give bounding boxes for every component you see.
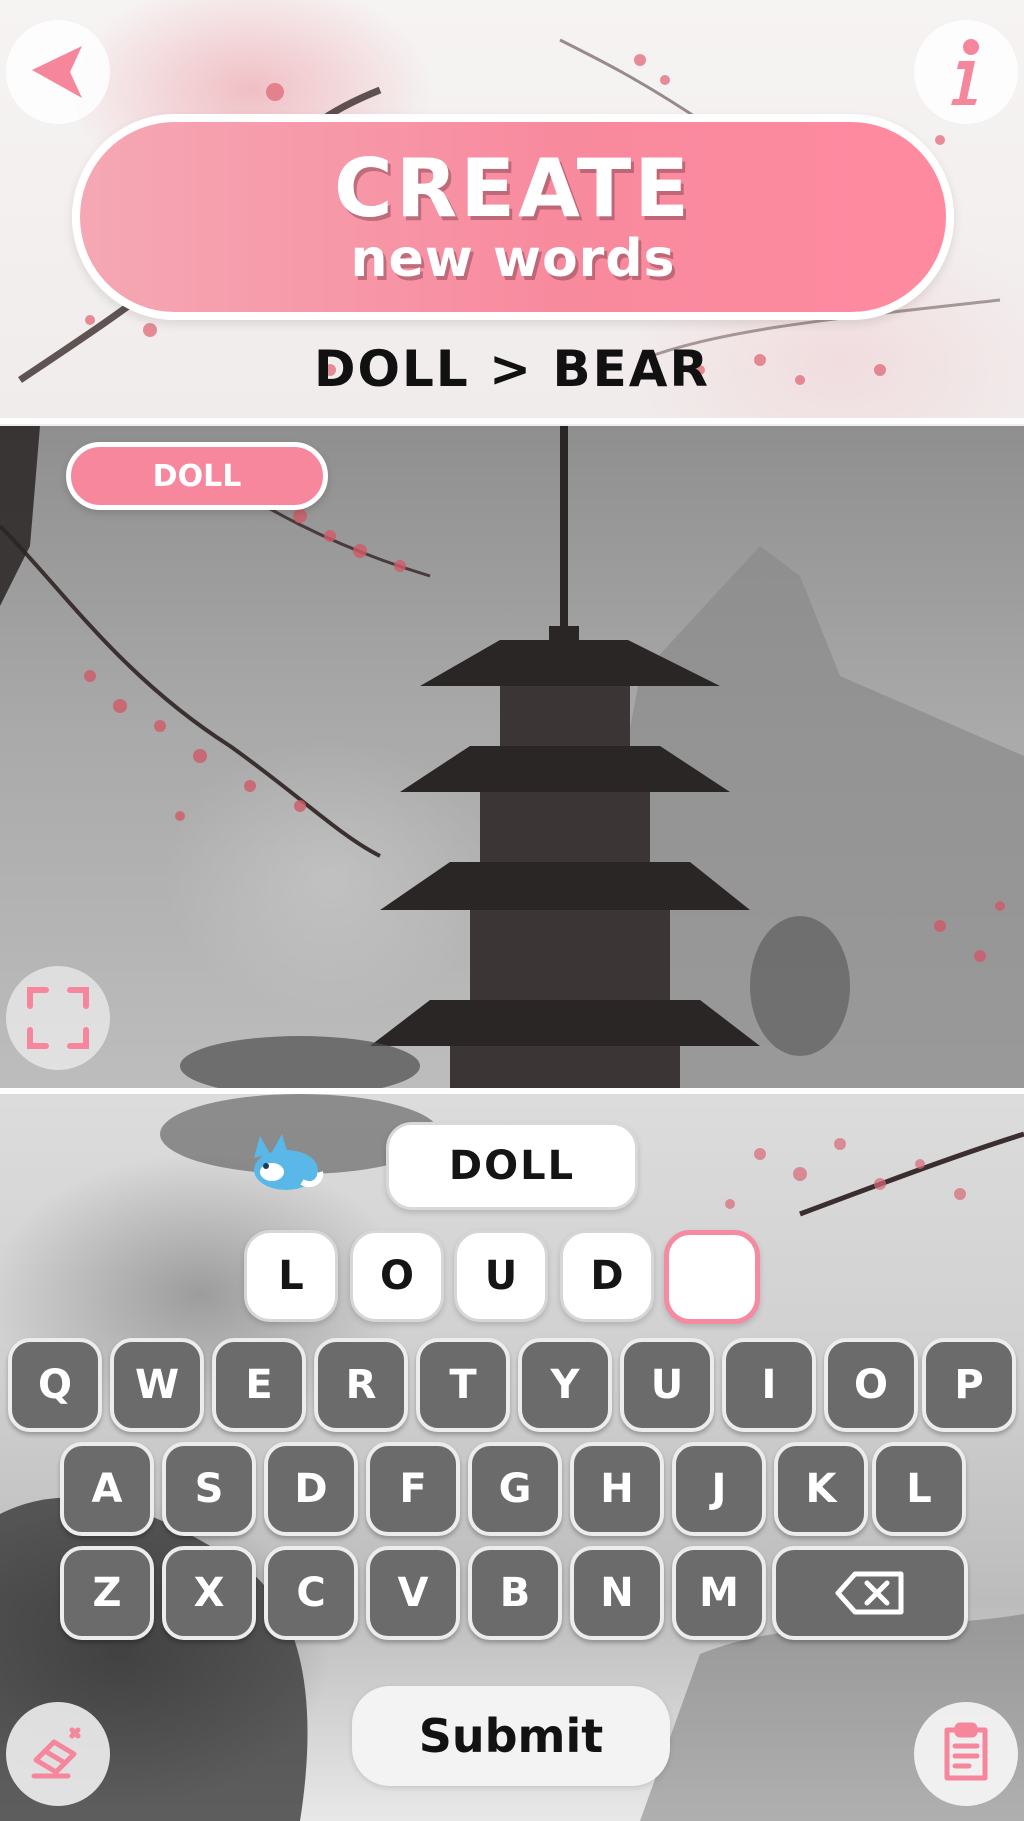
- puzzle-goal: DOLL > BEAR: [314, 340, 710, 398]
- key-q[interactable]: Q: [8, 1338, 102, 1432]
- fox-mascot-icon: [254, 1134, 324, 1190]
- eraser-button[interactable]: [6, 1702, 110, 1806]
- pagoda-landscape-illustration: [0, 426, 1024, 1088]
- key-w[interactable]: W: [110, 1338, 204, 1432]
- letter-tile-active[interactable]: [664, 1230, 760, 1324]
- backspace-icon: [835, 1571, 904, 1615]
- key-r[interactable]: R: [314, 1338, 408, 1432]
- key-p[interactable]: P: [922, 1338, 1016, 1432]
- key-z[interactable]: Z: [60, 1546, 154, 1640]
- key-a[interactable]: A: [60, 1442, 154, 1536]
- expand-button[interactable]: [6, 966, 110, 1070]
- letter-tile[interactable]: L: [244, 1230, 338, 1322]
- top-divider: [0, 418, 1024, 424]
- back-button[interactable]: [6, 20, 110, 124]
- key-d[interactable]: D: [264, 1442, 358, 1536]
- submit-button[interactable]: Submit: [352, 1686, 670, 1786]
- info-button[interactable]: [914, 20, 1018, 124]
- key-k[interactable]: K: [774, 1442, 868, 1536]
- key-t[interactable]: T: [416, 1338, 510, 1432]
- current-word: DOLL: [386, 1122, 638, 1210]
- key-u[interactable]: U: [620, 1338, 714, 1432]
- key-l[interactable]: L: [872, 1442, 966, 1536]
- key-e[interactable]: E: [212, 1338, 306, 1432]
- key-o[interactable]: O: [824, 1338, 918, 1432]
- key-s[interactable]: S: [162, 1442, 256, 1536]
- clipboard-button[interactable]: [914, 1702, 1018, 1806]
- key-j[interactable]: J: [672, 1442, 766, 1536]
- image-word-tag: DOLL: [66, 442, 328, 510]
- letter-tile[interactable]: U: [454, 1230, 548, 1322]
- title-line1: CREATE: [334, 142, 692, 235]
- info-icon: [951, 39, 979, 105]
- letter-tile[interactable]: D: [560, 1230, 654, 1322]
- puzzle-image: [0, 426, 1024, 1088]
- key-m[interactable]: M: [672, 1546, 766, 1640]
- backspace-key[interactable]: [772, 1546, 968, 1640]
- key-f[interactable]: F: [366, 1442, 460, 1536]
- key-y[interactable]: Y: [518, 1338, 612, 1432]
- title-line2: new words: [350, 229, 676, 289]
- eraser-icon: [31, 1727, 81, 1779]
- back-arrow-icon: [32, 46, 82, 98]
- key-n[interactable]: N: [570, 1546, 664, 1640]
- expand-icon: [27, 987, 89, 1049]
- key-g[interactable]: G: [468, 1442, 562, 1536]
- key-b[interactable]: B: [468, 1546, 562, 1640]
- key-c[interactable]: C: [264, 1546, 358, 1640]
- letter-tile[interactable]: O: [350, 1230, 444, 1322]
- title-banner: CREATE new words: [72, 114, 954, 320]
- key-i[interactable]: I: [722, 1338, 816, 1432]
- key-x[interactable]: X: [162, 1546, 256, 1640]
- key-v[interactable]: V: [366, 1546, 460, 1640]
- key-h[interactable]: H: [570, 1442, 664, 1536]
- clipboard-icon: [944, 1722, 988, 1781]
